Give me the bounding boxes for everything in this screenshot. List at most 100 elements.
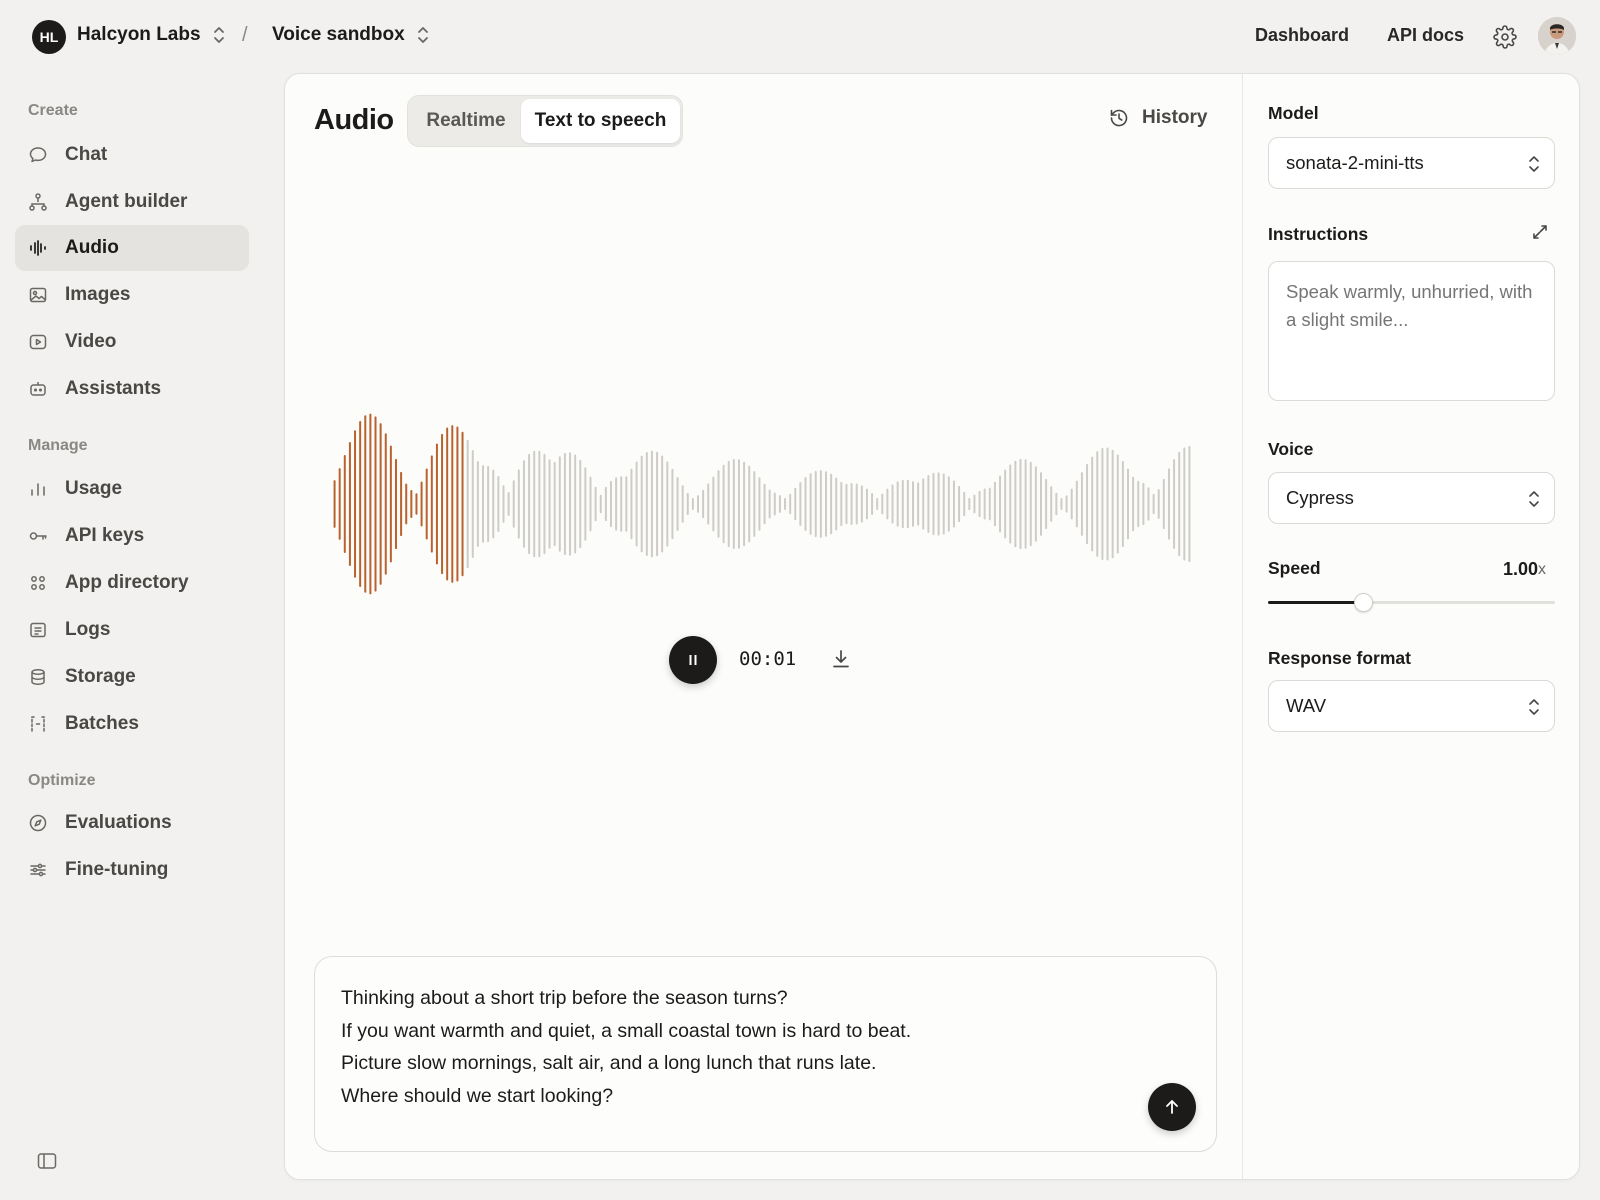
instructions-field[interactable] (1268, 261, 1555, 401)
sidebar-item-label: Usage (65, 478, 123, 499)
response-format-label: Response format (1268, 648, 1411, 668)
audio-wave-icon (28, 238, 48, 258)
speed-slider[interactable] (1268, 593, 1555, 612)
sidebar-item-label: Video (65, 331, 117, 352)
user-avatar[interactable] (1538, 17, 1576, 55)
database-icon (28, 667, 48, 687)
sidebar-item-label: Audio (65, 237, 119, 258)
sidebar-item-label: Assistants (65, 378, 162, 399)
sidebar-item-api-keys[interactable]: API keys (15, 513, 249, 559)
speed-value: 1.00 (1503, 559, 1539, 579)
composer-line: Picture slow mornings, salt air, and a l… (341, 1052, 877, 1074)
instructions-label: Instructions (1268, 224, 1369, 244)
sidebar-item-assistants[interactable]: Assistants (15, 366, 249, 412)
api-docs-link[interactable]: API docs (1387, 25, 1464, 46)
grid-dots-icon (28, 573, 48, 593)
section-label-create: Create (28, 102, 78, 119)
sidebar: Create Chat Agent builder Audio Images V… (0, 72, 270, 1200)
sidebar-item-fine-tuning[interactable]: Fine-tuning (15, 847, 249, 893)
chevron-updown-icon (213, 27, 224, 43)
history-clock-icon (1110, 109, 1128, 127)
robot-icon (28, 379, 48, 399)
dashboard-link[interactable]: Dashboard (1255, 25, 1349, 46)
history-label: History (1142, 107, 1208, 128)
sidebar-item-label: Evaluations (65, 812, 172, 833)
tab-realtime[interactable]: Realtime (411, 99, 521, 143)
download-icon[interactable] (830, 648, 852, 670)
project-name: Voice sandbox (272, 24, 405, 45)
batch-brackets-icon (28, 714, 48, 734)
mode-tabs: Realtime Text to speech (407, 95, 683, 147)
sidebar-toggle-icon[interactable] (36, 1150, 58, 1172)
tab-text-to-speech[interactable]: Text to speech (521, 99, 680, 143)
chat-bubble-icon (28, 145, 48, 165)
speed-unit: x (1538, 561, 1546, 578)
bar-chart-icon (28, 479, 48, 499)
arrow-up-icon (1166, 1100, 1178, 1114)
send-button[interactable] (1148, 1083, 1196, 1131)
response-format-value: WAV (1286, 695, 1327, 716)
org-avatar[interactable]: HL (32, 20, 66, 54)
project-switcher[interactable]: Voice sandbox (272, 24, 431, 46)
key-icon (28, 526, 48, 546)
page-title: Audio (314, 104, 394, 136)
main-panel: Audio Realtime Text to speech History 00… (284, 73, 1580, 1180)
settings-divider (1242, 74, 1243, 1179)
speed-label: Speed (1268, 558, 1321, 578)
sidebar-item-label: API keys (65, 525, 145, 546)
sidebar-item-label: Logs (65, 619, 111, 640)
sidebar-item-app-directory[interactable]: App directory (15, 560, 249, 606)
sidebar-item-label: Storage (65, 666, 136, 687)
compass-icon (28, 813, 48, 833)
sidebar-item-storage[interactable]: Storage (15, 654, 249, 700)
pause-icon (689, 655, 697, 665)
sidebar-item-chat[interactable]: Chat (15, 132, 249, 178)
sidebar-item-label: Agent builder (65, 191, 188, 212)
sidebar-item-video[interactable]: Video (15, 319, 249, 365)
pause-button[interactable] (669, 636, 717, 684)
voice-value: Cypress (1286, 487, 1354, 508)
composer-text[interactable]: Thinking about a short trip before the s… (341, 982, 1121, 1112)
sidebar-item-audio[interactable]: Audio (15, 225, 249, 271)
image-icon (28, 285, 48, 305)
model-select[interactable]: sonata-2-mini-tts (1268, 137, 1555, 189)
composer-line: Thinking about a short trip before the s… (341, 987, 788, 1009)
composer-line: If you want warmth and quiet, a small co… (341, 1019, 912, 1042)
text-composer[interactable]: Thinking about a short trip before the s… (314, 956, 1217, 1152)
sliders-icon (28, 860, 48, 880)
audio-waveform[interactable] (332, 404, 1192, 604)
sidebar-item-label: App directory (65, 572, 189, 593)
model-value: sonata-2-mini-tts (1286, 152, 1424, 173)
sidebar-item-label: Batches (65, 713, 139, 734)
composer-line: Where should we start looking? (341, 1084, 614, 1107)
sidebar-item-label: Images (65, 284, 131, 305)
org-switcher[interactable]: Halcyon Labs (77, 24, 227, 46)
playback-timecode: 00:01 (739, 648, 797, 670)
sidebar-item-images[interactable]: Images (15, 272, 249, 318)
sidebar-item-logs[interactable]: Logs (15, 607, 249, 653)
chevron-updown-icon (417, 27, 428, 43)
sidebar-item-batches[interactable]: Batches (15, 701, 249, 747)
response-format-select[interactable]: WAV (1268, 680, 1555, 732)
model-label: Model (1268, 103, 1319, 123)
breadcrumb-separator: / (242, 24, 248, 46)
agent-tree-icon (28, 192, 48, 212)
expand-icon[interactable] (1531, 223, 1549, 241)
sidebar-item-usage[interactable]: Usage (15, 466, 249, 512)
sidebar-item-label: Fine-tuning (65, 859, 169, 880)
chevron-updown-icon (1529, 156, 1539, 172)
log-list-icon (28, 620, 48, 640)
section-label-optimize: Optimize (28, 772, 96, 789)
voice-select[interactable]: Cypress (1268, 472, 1555, 524)
sidebar-item-evaluations[interactable]: Evaluations (15, 800, 249, 846)
sidebar-item-label: Chat (65, 144, 108, 165)
video-play-icon (28, 332, 48, 352)
top-bar: HL Halcyon Labs / Voice sandbox Dashboar… (0, 0, 1600, 72)
speed-slider-thumb[interactable] (1353, 593, 1373, 612)
chevron-updown-icon (1529, 699, 1539, 715)
section-label-manage: Manage (28, 437, 88, 454)
history-button[interactable]: History (1108, 107, 1207, 129)
sidebar-item-agent-builder[interactable]: Agent builder (15, 179, 249, 225)
speed-slider-fill (1268, 601, 1363, 604)
gear-icon[interactable] (1493, 25, 1517, 49)
